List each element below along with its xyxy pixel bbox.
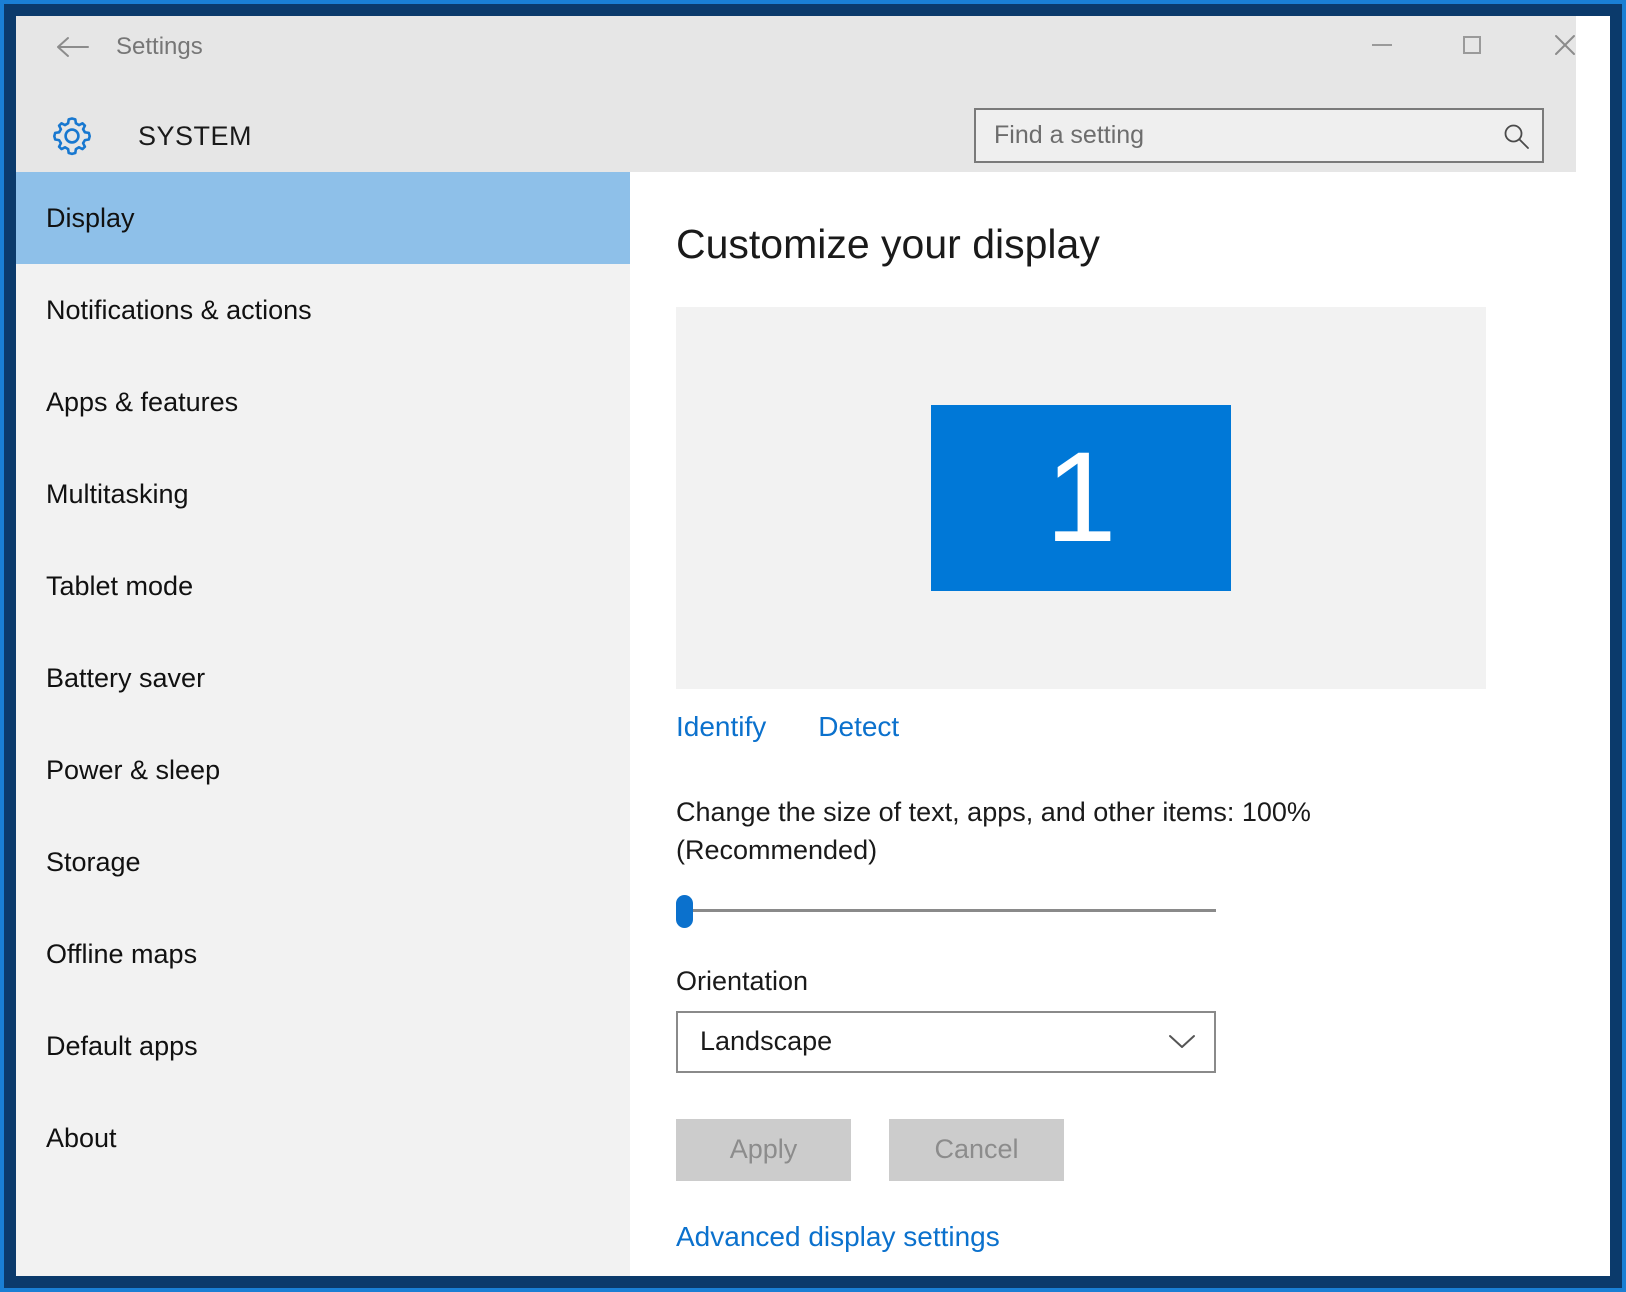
sidebar-item-label: Multitasking (46, 478, 189, 509)
gear-icon (53, 117, 91, 156)
slider-track (676, 908, 1216, 912)
slider-thumb[interactable] (676, 894, 693, 928)
search-icon (1504, 124, 1529, 149)
monitor-tile-1[interactable]: 1 (931, 405, 1231, 592)
sidebar-item-storage[interactable]: Storage (16, 816, 630, 908)
desktop-background: Settings SYSTEM Find a setting Display N… (0, 0, 1626, 1292)
window-titlebar: Settings (16, 16, 1576, 100)
identify-link[interactable]: Identify (676, 711, 766, 743)
gear-icon-wrapper (46, 110, 98, 162)
maximize-button[interactable] (1442, 16, 1502, 74)
form-actions: Apply Cancel (676, 1118, 1576, 1181)
search-input[interactable] (976, 121, 1490, 150)
sidebar-item-label: Tablet mode (46, 570, 194, 601)
sidebar-item-label: Battery saver (46, 662, 206, 693)
back-arrow-icon (57, 37, 89, 57)
monitor-number: 1 (1045, 426, 1117, 570)
orientation-select[interactable]: Landscape (676, 1010, 1216, 1073)
sidebar-item-about[interactable]: About (16, 1092, 630, 1184)
window-body: Display Notifications & actions Apps & f… (16, 172, 1576, 1276)
sidebar-item-label: Storage (46, 846, 141, 877)
sidebar-item-label: Apps & features (46, 386, 239, 417)
display-actions-row: Identify Detect (676, 711, 1576, 743)
cancel-button[interactable]: Cancel (889, 1118, 1064, 1181)
main-content: Customize your display 1 Identify Detect… (630, 172, 1576, 1276)
scale-label: Change the size of text, apps, and other… (676, 797, 1311, 866)
page-title: Customize your display (676, 221, 1100, 267)
detect-link[interactable]: Detect (818, 711, 899, 743)
minimize-button[interactable] (1352, 16, 1412, 74)
sidebar-item-power-sleep[interactable]: Power & sleep (16, 724, 630, 816)
sidebar-item-apps-features[interactable]: Apps & features (16, 356, 630, 448)
display-preview-area: 1 (676, 307, 1486, 690)
apply-button[interactable]: Apply (676, 1118, 851, 1181)
sidebar-item-offline-maps[interactable]: Offline maps (16, 908, 630, 1000)
scale-slider[interactable] (676, 888, 1216, 934)
sidebar-item-multitasking[interactable]: Multitasking (16, 448, 630, 540)
sidebar-item-label: About (46, 1122, 117, 1153)
window-controls (1352, 16, 1576, 74)
sidebar-item-default-apps[interactable]: Default apps (16, 1000, 630, 1092)
orientation-selected-value: Landscape (700, 1026, 833, 1057)
sidebar-item-display[interactable]: Display (16, 172, 630, 264)
sidebar-item-label: Display (46, 202, 135, 233)
settings-sidebar: Display Notifications & actions Apps & f… (16, 172, 630, 1276)
chevron-down-icon (1169, 1034, 1195, 1048)
close-button[interactable] (1530, 16, 1576, 74)
advanced-display-settings-link[interactable]: Advanced display settings (676, 1221, 1576, 1253)
minimize-icon (1372, 44, 1392, 46)
sidebar-item-tablet-mode[interactable]: Tablet mode (16, 540, 630, 632)
close-icon (1555, 35, 1575, 55)
sidebar-item-notifications-actions[interactable]: Notifications & actions (16, 264, 630, 356)
sidebar-item-label: Power & sleep (46, 754, 221, 785)
window-title: Settings (116, 33, 203, 60)
category-title: SYSTEM (138, 120, 253, 151)
search-box[interactable] (974, 108, 1544, 163)
orientation-label: Orientation (676, 965, 809, 996)
settings-window: Settings SYSTEM Find a setting Display N… (16, 16, 1576, 1276)
back-button[interactable] (40, 16, 104, 78)
sidebar-item-label: Notifications & actions (46, 294, 312, 325)
search-button[interactable] (1490, 110, 1542, 161)
category-header: SYSTEM (16, 100, 1576, 172)
sidebar-item-label: Default apps (46, 1030, 198, 1061)
sidebar-item-label: Offline maps (46, 938, 198, 969)
sidebar-item-battery-saver[interactable]: Battery saver (16, 632, 630, 724)
maximize-icon (1463, 36, 1481, 54)
